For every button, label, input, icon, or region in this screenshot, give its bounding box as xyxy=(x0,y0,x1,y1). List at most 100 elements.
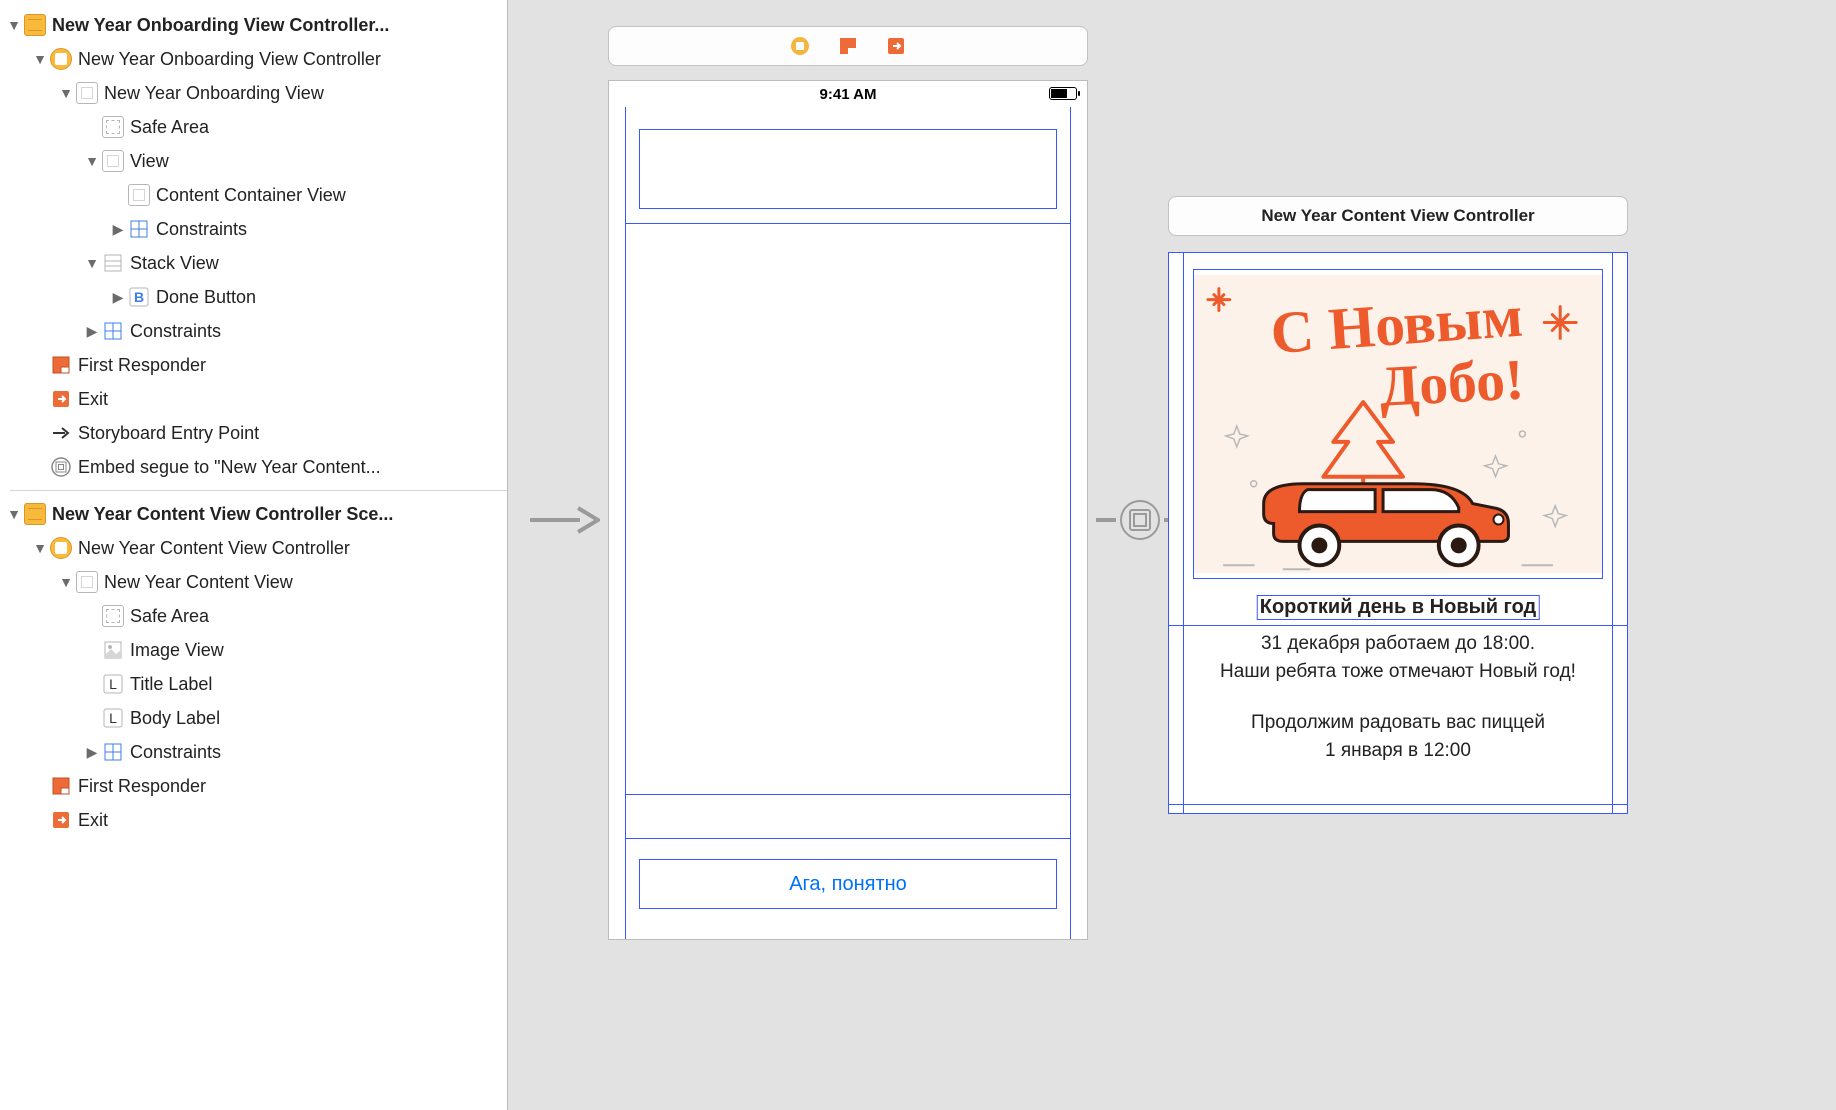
stack-view-icon xyxy=(102,252,124,274)
outline-item-content-vc[interactable]: ▼ New Year Content View Controller xyxy=(0,531,507,565)
disclosure-triangle-icon[interactable]: ▼ xyxy=(32,540,48,556)
outline-item-exit[interactable]: Exit xyxy=(0,382,507,416)
scene-toolbar[interactable] xyxy=(608,26,1088,66)
outline-label: Constraints xyxy=(130,742,221,763)
outline-item-content-container[interactable]: Content Container View xyxy=(0,178,507,212)
svg-text:L: L xyxy=(109,676,117,692)
outline-label: New Year Onboarding View Controller xyxy=(78,49,381,70)
uilabel-icon: L xyxy=(102,673,124,695)
body-line-4: 1 января в 12:00 xyxy=(1175,737,1621,765)
view-rect[interactable] xyxy=(625,223,1071,795)
outline-item-constraints[interactable]: ▶ Constraints xyxy=(0,212,507,246)
exit-toolbar-icon[interactable] xyxy=(886,36,906,56)
outline-item-entry-point[interactable]: Storyboard Entry Point xyxy=(0,416,507,450)
storyboard-entry-point-icon xyxy=(50,422,72,444)
outline-label: Safe Area xyxy=(130,117,209,138)
outline-scene-onboarding-header[interactable]: ▼ New Year Onboarding View Controller... xyxy=(0,8,507,42)
outline-divider xyxy=(10,490,507,491)
document-outline[interactable]: ▼ New Year Onboarding View Controller...… xyxy=(0,0,508,1110)
uiview-icon xyxy=(76,571,98,593)
disclosure-triangle-icon[interactable]: ▼ xyxy=(6,17,22,33)
title-label[interactable]: Короткий день в Новый год xyxy=(1257,595,1540,620)
outline-label: Title Label xyxy=(130,674,212,695)
embed-segue-icon xyxy=(50,456,72,478)
outline-item-done-button[interactable]: ▶ B Done Button xyxy=(0,280,507,314)
view-controller-icon xyxy=(50,48,72,70)
outline-label: Safe Area xyxy=(130,606,209,627)
outline-label: Embed segue to "New Year Content... xyxy=(78,457,381,478)
outline-label: New Year Content View Controller Sce... xyxy=(52,504,393,525)
outline-item-safe-area[interactable]: Safe Area xyxy=(0,110,507,144)
status-bar: 9:41 AM xyxy=(609,81,1087,107)
title-label-text: Короткий день в Новый год xyxy=(1260,596,1537,618)
onboarding-view[interactable]: 9:41 AM Ага, понятно xyxy=(608,80,1088,940)
exit-icon xyxy=(50,809,72,831)
content-view[interactable]: С Новым Добо! xyxy=(1168,252,1628,814)
outline-item-exit-2[interactable]: Exit xyxy=(0,803,507,837)
disclosure-triangle-icon[interactable]: ▶ xyxy=(110,221,126,238)
outline-item-first-responder[interactable]: First Responder xyxy=(0,348,507,382)
interface-builder-canvas[interactable]: 9:41 AM Ага, понятно New Year Content Vi… xyxy=(508,0,1836,1110)
image-view[interactable]: С Новым Добо! xyxy=(1193,269,1603,579)
outline-label: Stack View xyxy=(130,253,219,274)
outline-item-safe-area-2[interactable]: Safe Area xyxy=(0,599,507,633)
storyboard-entry-arrow[interactable] xyxy=(528,500,600,540)
view-controller-toolbar-icon[interactable] xyxy=(790,36,810,56)
disclosure-triangle-icon[interactable]: ▶ xyxy=(110,289,126,306)
outline-label: Exit xyxy=(78,810,108,831)
body-label[interactable]: 31 декабря работаем до 18:00. Наши ребят… xyxy=(1169,625,1627,805)
uiimageview-icon xyxy=(102,639,124,661)
done-button[interactable]: Ага, понятно xyxy=(639,859,1057,909)
svg-text:L: L xyxy=(109,710,117,726)
new-year-illustration: С Новым Добо! xyxy=(1194,270,1602,578)
outline-item-image-view[interactable]: Image View xyxy=(0,633,507,667)
outline-label: New Year Onboarding View xyxy=(104,83,324,104)
outline-item-onboarding-vc[interactable]: ▼ New Year Onboarding View Controller xyxy=(0,42,507,76)
outline-item-constraints-2[interactable]: ▶ Constraints xyxy=(0,735,507,769)
outline-item-view[interactable]: ▼ View xyxy=(0,144,507,178)
outline-item-content-rootview[interactable]: ▼ New Year Content View xyxy=(0,565,507,599)
outline-item-title-label[interactable]: L Title Label xyxy=(0,667,507,701)
disclosure-triangle-icon[interactable]: ▶ xyxy=(84,323,100,340)
first-responder-toolbar-icon[interactable] xyxy=(838,36,858,56)
disclosure-triangle-icon[interactable]: ▼ xyxy=(84,153,100,169)
outline-scene-content-header[interactable]: ▼ New Year Content View Controller Sce..… xyxy=(0,497,507,531)
outline-item-first-responder-2[interactable]: First Responder xyxy=(0,769,507,803)
outline-label: Done Button xyxy=(156,287,256,308)
uilabel-icon: L xyxy=(102,707,124,729)
status-time: 9:41 AM xyxy=(820,86,877,103)
body-line-3: Продолжим радовать вас пиццей xyxy=(1175,709,1621,737)
constraints-icon xyxy=(102,320,124,342)
outline-label: New Year Content View Controller xyxy=(78,538,350,559)
disclosure-triangle-icon[interactable]: ▼ xyxy=(58,574,74,590)
svg-text:Добо!: Добо! xyxy=(1378,348,1526,418)
scene-title-bar[interactable]: New Year Content View Controller xyxy=(1168,196,1628,236)
disclosure-triangle-icon[interactable]: ▶ xyxy=(84,744,100,761)
first-responder-icon xyxy=(50,354,72,376)
content-container-view-rect[interactable] xyxy=(639,129,1057,209)
disclosure-triangle-icon[interactable]: ▼ xyxy=(32,51,48,67)
outline-label: View xyxy=(130,151,169,172)
uiview-icon xyxy=(102,150,124,172)
body-line-2: Наши ребята тоже отмечают Новый год! xyxy=(1175,658,1621,686)
disclosure-triangle-icon[interactable]: ▼ xyxy=(84,255,100,271)
outline-item-stack-view[interactable]: ▼ Stack View xyxy=(0,246,507,280)
outline-label: Content Container View xyxy=(156,185,346,206)
disclosure-triangle-icon[interactable]: ▼ xyxy=(6,506,22,522)
outline-item-onboarding-rootview[interactable]: ▼ New Year Onboarding View xyxy=(0,76,507,110)
outline-label: Exit xyxy=(78,389,108,410)
safe-area-icon xyxy=(102,116,124,138)
outline-item-embed-segue[interactable]: Embed segue to "New Year Content... xyxy=(0,450,507,484)
storyboard-scene-icon xyxy=(24,503,46,525)
embed-segue-icon xyxy=(1120,500,1160,540)
divider-guide xyxy=(625,838,1071,839)
scene-content[interactable]: New Year Content View Controller С Новым… xyxy=(1168,196,1628,814)
outline-label: Constraints xyxy=(156,219,247,240)
outline-item-constraints-root[interactable]: ▶ Constraints xyxy=(0,314,507,348)
outline-item-body-label[interactable]: L Body Label xyxy=(0,701,507,735)
disclosure-triangle-icon[interactable]: ▼ xyxy=(58,85,74,101)
outline-label: First Responder xyxy=(78,355,206,376)
constraints-icon xyxy=(102,741,124,763)
scene-onboarding[interactable]: 9:41 AM Ага, понятно xyxy=(608,26,1088,940)
scene-title-label: New Year Content View Controller xyxy=(1261,206,1534,226)
